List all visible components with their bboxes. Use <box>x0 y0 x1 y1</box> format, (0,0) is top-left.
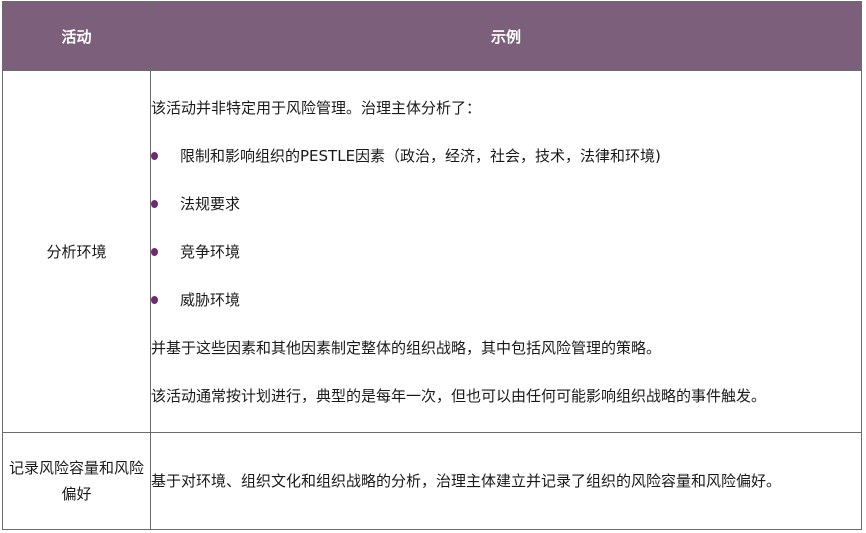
bullet-icon <box>151 295 158 304</box>
example-text: 基于对环境、组织文化和组织战略的分析，治理主体建立并记录了组织的风险容量和风险偏… <box>151 472 782 490</box>
list-item-text: 威胁环境 <box>180 290 241 309</box>
list-item-text: 竞争环境 <box>180 242 241 261</box>
table-row: 记录风险容量和风险偏好 基于对环境、组织文化和组织战略的分析，治理主体建立并记录… <box>2 432 862 530</box>
activity-cell: 记录风险容量和风险偏好 <box>2 432 151 530</box>
header-activity: 活动 <box>2 1 151 71</box>
list-item-text: 法规要求 <box>180 194 241 213</box>
table-row: 分析环境 该活动并非特定用于风险管理。治理主体分析了： 限制和影响组织的PEST… <box>2 70 862 433</box>
example-cell: 基于对环境、组织文化和组织战略的分析，治理主体建立并记录了组织的风险容量和风险偏… <box>150 432 862 530</box>
list-item: 限制和影响组织的PESTLE因素（政治，经济，社会，技术，法律和环境) <box>151 144 861 168</box>
example-after: 并基于这些因素和其他因素制定整体的组织战略，其中包括风险管理的策略。 <box>151 338 662 357</box>
activity-example-table: 活动 示例 分析环境 该活动并非特定用于风险管理。治理主体分析了： 限制和影响组… <box>2 1 862 530</box>
bullet-icon <box>151 151 158 160</box>
table-header-row: 活动 示例 <box>2 1 862 71</box>
bullet-icon <box>151 199 158 208</box>
bullet-icon <box>151 247 158 256</box>
example-intro: 该活动并非特定用于风险管理。治理主体分析了： <box>151 98 482 117</box>
list-item: 竞争环境 <box>151 240 861 264</box>
activity-cell: 分析环境 <box>2 70 151 433</box>
list-item-text: 限制和影响组织的PESTLE因素（政治，经济，社会，技术，法律和环境) <box>180 146 661 165</box>
example-note: 该活动通常按计划进行，典型的是每年一次，但也可以由任何可能影响组织战略的事件触发… <box>151 386 767 405</box>
header-example: 示例 <box>150 1 862 71</box>
list-item: 威胁环境 <box>151 288 861 312</box>
example-cell: 该活动并非特定用于风险管理。治理主体分析了： 限制和影响组织的PESTLE因素（… <box>150 70 862 433</box>
list-item: 法规要求 <box>151 192 861 216</box>
bullet-list: 限制和影响组织的PESTLE因素（政治，经济，社会，技术，法律和环境) 法规要求… <box>151 144 861 312</box>
